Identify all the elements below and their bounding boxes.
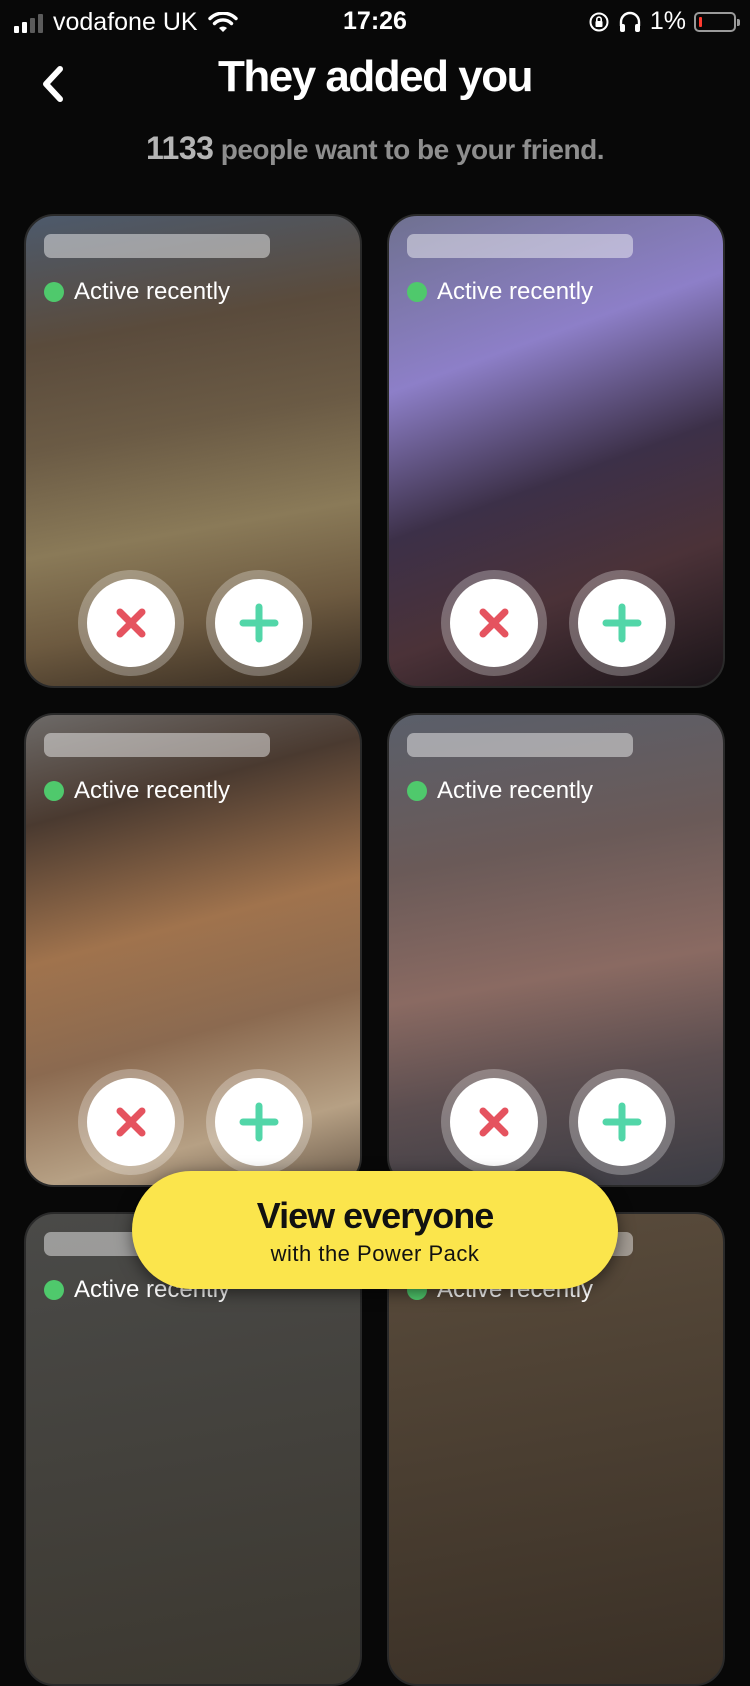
profile-card[interactable]: Active recently [24, 713, 362, 1187]
profile-card[interactable]: Active recently [387, 713, 725, 1187]
activity-status: Active recently [407, 278, 593, 306]
page-subtitle: 1133 people want to be your friend. [0, 130, 750, 167]
battery-percent: 1% [649, 7, 686, 35]
close-icon [116, 608, 146, 638]
cta-sublabel: with the Power Pack [270, 1241, 480, 1266]
hidden-name-placeholder [407, 733, 633, 757]
active-dot-icon [44, 282, 64, 302]
add-friend-button[interactable] [206, 1069, 312, 1175]
rotation-lock-icon [589, 12, 609, 31]
activity-status: Active recently [44, 278, 230, 306]
reject-button[interactable] [441, 1069, 547, 1175]
plus-icon [602, 603, 642, 643]
close-icon [479, 1107, 509, 1137]
plus-icon [239, 1102, 279, 1142]
hidden-name-placeholder [44, 733, 270, 757]
activity-status: Active recently [44, 777, 230, 805]
reject-button[interactable] [78, 1069, 184, 1175]
add-friend-button[interactable] [569, 1069, 675, 1175]
profile-card[interactable]: Active recently [387, 214, 725, 688]
plus-icon [239, 603, 279, 643]
active-dot-icon [407, 282, 427, 302]
hidden-name-placeholder [44, 234, 270, 258]
view-everyone-button[interactable]: View everyone with the Power Pack [132, 1171, 618, 1289]
reject-button[interactable] [78, 570, 184, 676]
hidden-name-placeholder [407, 234, 633, 258]
battery-icon [694, 11, 740, 32]
close-icon [479, 608, 509, 638]
subtitle-text: people want to be your friend. [220, 134, 605, 165]
plus-icon [602, 1102, 642, 1142]
friend-request-count: 1133 [146, 130, 214, 166]
status-bar: vodafone UK 17:26 1% [0, 0, 750, 42]
add-friend-button[interactable] [206, 570, 312, 676]
headphones-icon [619, 11, 641, 32]
activity-status: Active recently [407, 777, 593, 805]
profile-card[interactable]: Active recently [24, 214, 362, 688]
page-title: They added you [218, 52, 533, 101]
add-friend-button[interactable] [569, 570, 675, 676]
reject-button[interactable] [441, 570, 547, 676]
active-dot-icon [407, 781, 427, 801]
close-icon [116, 1107, 146, 1137]
active-dot-icon [44, 1280, 64, 1300]
active-dot-icon [44, 781, 64, 801]
cta-label: View everyone [256, 1195, 495, 1236]
